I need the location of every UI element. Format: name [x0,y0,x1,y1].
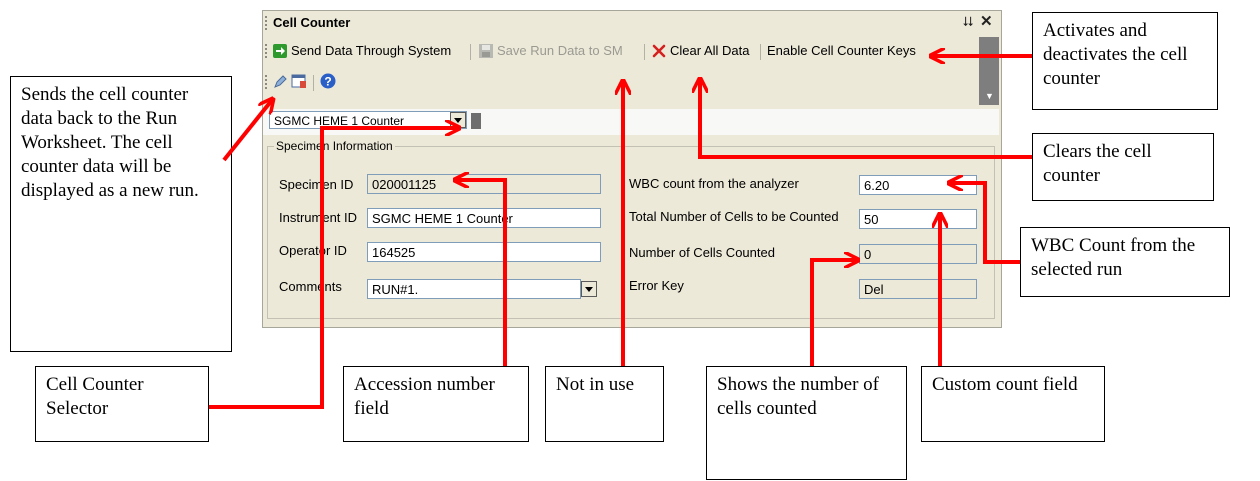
annotation-arrows [209,0,1032,409]
arrow-counter-selector [209,128,458,409]
arrow-shows-counted [810,260,857,366]
arrow-wbc-count [950,183,1020,264]
arrow-clears [700,80,1032,159]
arrow-send-data [222,100,272,162]
arrow-accession [456,180,507,366]
